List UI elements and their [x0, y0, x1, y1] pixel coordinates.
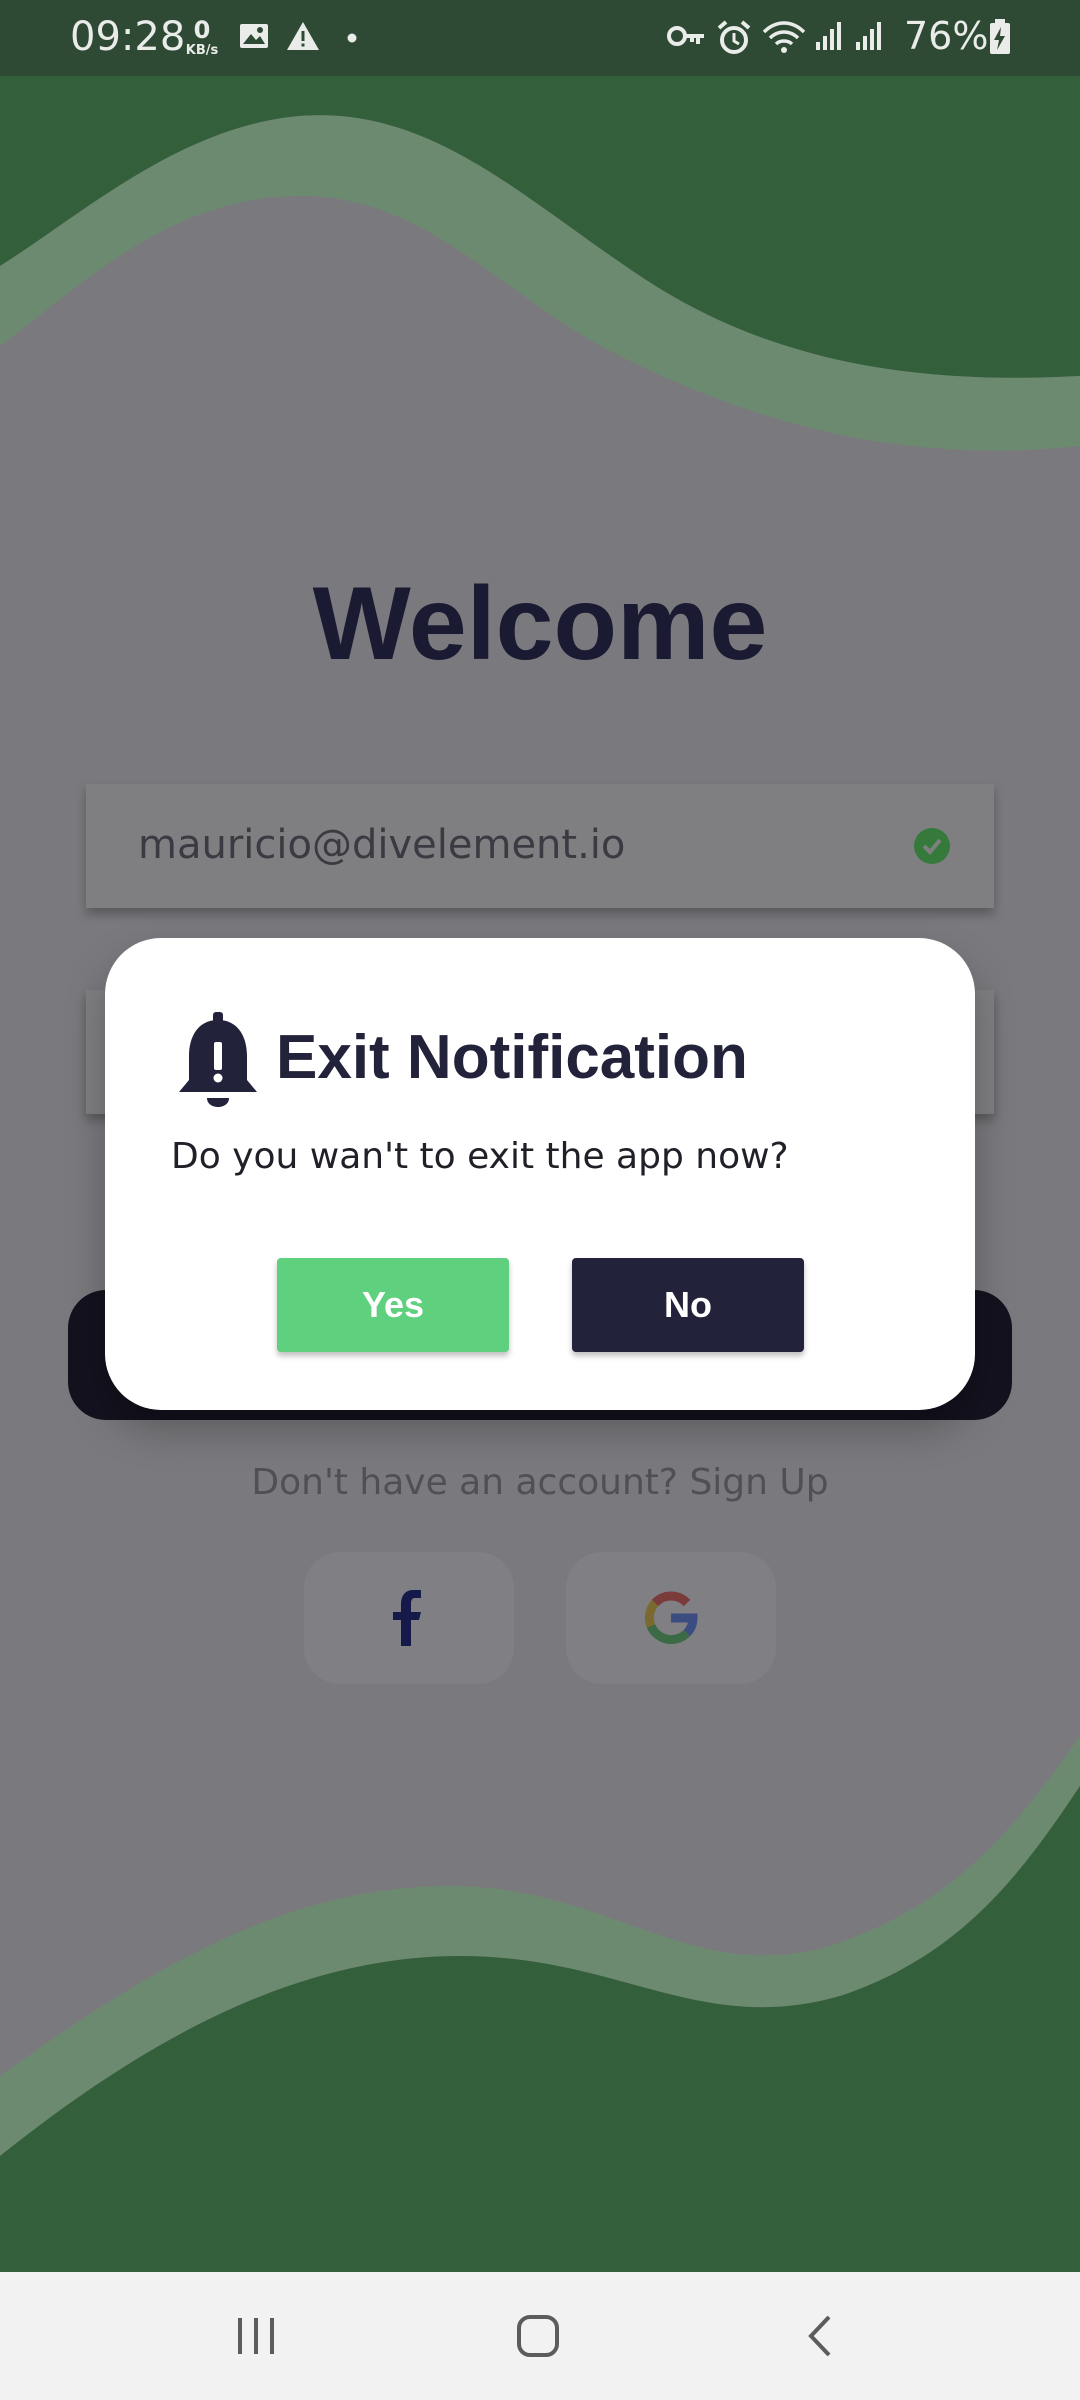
signal-icon [856, 22, 881, 50]
dot-icon [347, 33, 357, 43]
recents-button[interactable] [196, 2272, 316, 2400]
wifi-icon [762, 21, 806, 53]
email-value: mauricio@divelement.io [138, 822, 626, 868]
battery-percent: 76% [904, 14, 989, 58]
back-icon [808, 2315, 831, 2357]
welcome-heading: Welcome [312, 566, 768, 682]
email-field[interactable]: mauricio@divelement.io [86, 784, 994, 908]
signal-icon [816, 22, 841, 50]
facebook-login-button[interactable] [304, 1552, 514, 1684]
back-button[interactable] [760, 2272, 880, 2400]
warning-icon [287, 22, 319, 50]
alarm-icon [717, 20, 751, 54]
home-button[interactable] [478, 2272, 598, 2400]
bell-alert-icon [179, 1012, 257, 1107]
dialog-message: Do you wan't to exit the app now? [171, 1136, 789, 1177]
vpn-key-icon [667, 26, 704, 46]
status-bar: 09:28 0 KB/s 76% [0, 0, 1080, 76]
exit-dialog: Exit Notification Do you wan't to exit t… [105, 938, 975, 1410]
google-icon [566, 1552, 776, 1684]
net-speed: 0 KB/s [180, 18, 224, 57]
status-time: 09:28 [70, 14, 186, 60]
net-speed-unit: KB/s [185, 43, 219, 58]
signup-link[interactable]: Don't have an account? Sign Up [0, 1462, 1080, 1503]
home-icon [517, 2315, 559, 2357]
image-icon [240, 24, 268, 48]
google-login-button[interactable] [566, 1552, 776, 1684]
battery-charging-icon [990, 19, 1010, 54]
yes-button[interactable]: Yes [277, 1258, 509, 1352]
net-speed-value: 0 [193, 16, 211, 44]
navigation-bar [0, 2272, 1080, 2400]
check-circle-icon [914, 828, 950, 864]
no-button[interactable]: No [572, 1258, 804, 1352]
dialog-title: Exit Notification [276, 1023, 748, 1092]
facebook-icon [304, 1552, 514, 1684]
recents-icon [238, 2318, 274, 2354]
